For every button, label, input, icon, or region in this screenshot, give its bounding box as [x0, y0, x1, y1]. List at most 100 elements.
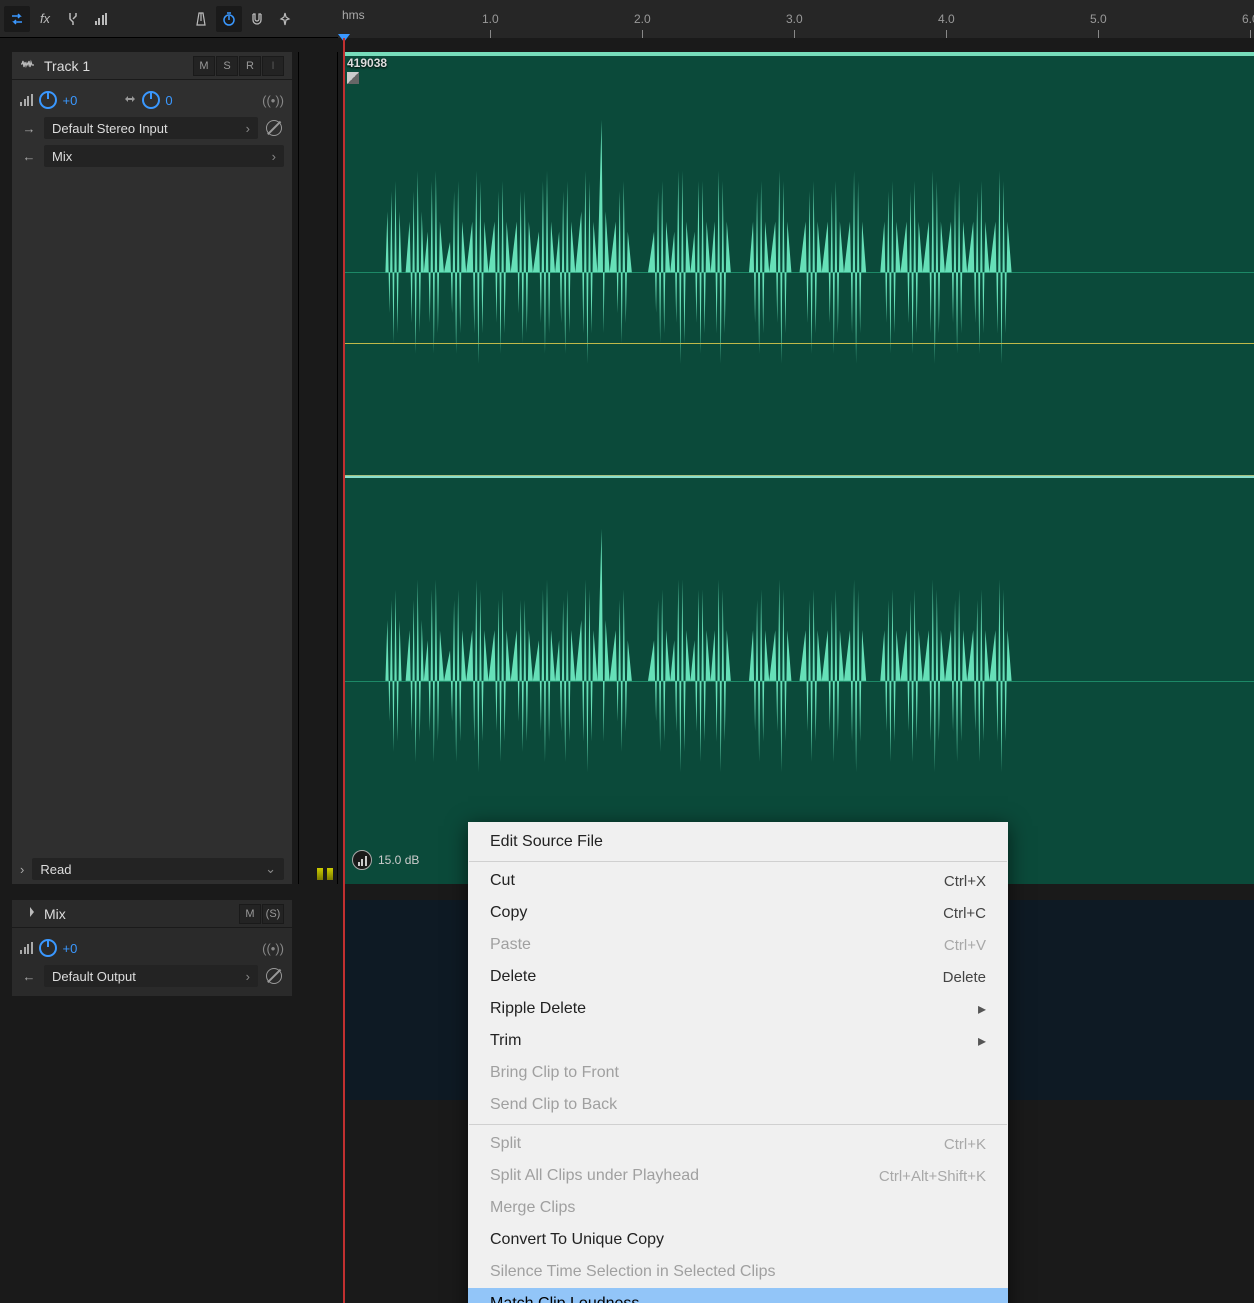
- mix-meter: [298, 900, 338, 1100]
- output-dropdown[interactable]: Mix ›: [44, 145, 284, 167]
- ruler-tick: 2.0: [634, 12, 651, 26]
- automation-mode-dropdown[interactable]: Read ⌄: [32, 858, 284, 880]
- volume-knob[interactable]: [39, 91, 57, 109]
- chevron-right-icon: ›: [246, 969, 250, 984]
- output-label: Mix: [52, 149, 72, 164]
- submenu-arrow-icon: ▸: [978, 999, 986, 1019]
- automation-label: Read: [40, 862, 71, 877]
- levels-tool-icon[interactable]: [88, 6, 114, 32]
- ruler-tick: 6.0: [1242, 12, 1254, 26]
- menu-item-label: Convert To Unique Copy: [490, 1231, 664, 1249]
- mix-output-label: Default Output: [52, 969, 136, 984]
- mix-solo-button[interactable]: (S): [262, 904, 284, 924]
- menu-item[interactable]: Convert To Unique Copy: [468, 1224, 1008, 1256]
- metronome-icon[interactable]: [188, 6, 214, 32]
- swap-tool-icon[interactable]: [4, 6, 30, 32]
- track-type-icon: [20, 58, 36, 73]
- input-monitor-button[interactable]: I: [262, 56, 284, 76]
- stereo-icon: ((•)): [262, 93, 284, 108]
- menu-shortcut: Ctrl+V: [944, 937, 986, 954]
- volume-value[interactable]: +0: [63, 93, 78, 108]
- menu-item-label: Silence Time Selection in Selected Clips: [490, 1263, 775, 1281]
- menu-shortcut: Ctrl+Alt+Shift+K: [879, 1168, 986, 1185]
- chevron-right-icon: ›: [272, 149, 276, 164]
- clip-gain-badge[interactable]: 15.0 dB: [352, 850, 419, 870]
- menu-item-label: Copy: [490, 904, 527, 922]
- track-name[interactable]: Track 1: [44, 58, 185, 74]
- menu-item-label: Match Clip Loudness...: [490, 1295, 653, 1303]
- menu-item: Send Clip to Back: [468, 1089, 1008, 1121]
- output-arrow-icon: ←: [20, 969, 38, 984]
- phase-icon[interactable]: [264, 966, 284, 986]
- pin-icon[interactable]: [272, 6, 298, 32]
- menu-item[interactable]: CopyCtrl+C: [468, 897, 1008, 929]
- record-button[interactable]: R: [239, 56, 261, 76]
- mix-track-header[interactable]: Mix M (S): [12, 900, 292, 928]
- time-ruler[interactable]: hms 1.0 2.0 3.0 4.0 5.0 6.0: [338, 0, 1254, 38]
- menu-item-label: Delete: [490, 968, 536, 986]
- input-arrow-icon: →: [20, 121, 38, 136]
- menu-item-label: Send Clip to Back: [490, 1096, 617, 1114]
- ruler-tick: 3.0: [786, 12, 803, 26]
- input-label: Default Stereo Input: [52, 121, 168, 136]
- chevron-down-icon: ⌄: [265, 861, 276, 877]
- clip-gain-value: 15.0 dB: [378, 853, 419, 867]
- ruler-tick: 1.0: [482, 12, 499, 26]
- playhead-line: [343, 38, 345, 1303]
- fx-tool-icon[interactable]: fx: [32, 6, 58, 32]
- menu-shortcut: Ctrl+K: [944, 1136, 986, 1153]
- menu-item[interactable]: Ripple Delete▸: [468, 993, 1008, 1025]
- mute-button[interactable]: M: [193, 56, 215, 76]
- chevron-right-icon: ›: [246, 121, 250, 136]
- menu-item-label: Split All Clips under Playhead: [490, 1167, 699, 1185]
- stopwatch-icon[interactable]: [216, 6, 242, 32]
- menu-item: Paste Ctrl+V: [468, 929, 1008, 961]
- volume-icon: [20, 942, 33, 954]
- track-header[interactable]: Track 1 M S R I: [12, 52, 292, 80]
- mix-track-panel: Mix M (S) +0 ((•)) ← Default Output ›: [12, 900, 292, 996]
- phase-icon[interactable]: [264, 118, 284, 138]
- waveform-left: [345, 69, 1254, 476]
- mix-volume-value[interactable]: +0: [63, 941, 78, 956]
- volume-icon: [20, 94, 33, 106]
- menu-item-label: Split: [490, 1135, 521, 1153]
- gain-icon: [352, 850, 372, 870]
- menu-shortcut: Ctrl+X: [944, 873, 986, 890]
- route-tool-icon[interactable]: [60, 6, 86, 32]
- mix-mute-button[interactable]: M: [239, 904, 261, 924]
- menu-item[interactable]: Trim ▸: [468, 1025, 1008, 1057]
- submenu-arrow-icon: ▸: [978, 1031, 986, 1051]
- volume-envelope[interactable]: [345, 343, 1254, 344]
- menu-item[interactable]: DeleteDelete: [468, 961, 1008, 993]
- mix-volume-knob[interactable]: [39, 939, 57, 957]
- expand-icon[interactable]: ›: [20, 862, 24, 877]
- ruler-tick: 5.0: [1090, 12, 1107, 26]
- track-meter: [298, 52, 338, 884]
- solo-button[interactable]: S: [216, 56, 238, 76]
- mix-track-icon: [20, 905, 36, 922]
- snap-magnet-icon[interactable]: [244, 6, 270, 32]
- input-dropdown[interactable]: Default Stereo Input ›: [44, 117, 258, 139]
- audio-clip[interactable]: 419038: [345, 52, 1254, 884]
- ruler-tick: 4.0: [938, 12, 955, 26]
- menu-separator: [469, 1124, 1007, 1125]
- ruler-unit: hms: [342, 8, 365, 22]
- menu-item-label: Merge Clips: [490, 1199, 575, 1217]
- stereo-icon: ((•)): [262, 941, 284, 956]
- mix-track-name[interactable]: Mix: [44, 906, 231, 922]
- menu-item-label: Cut: [490, 872, 515, 890]
- menu-item-label: Trim: [490, 1032, 521, 1050]
- pan-knob[interactable]: [142, 91, 160, 109]
- menu-item[interactable]: Match Clip Loudness...: [468, 1288, 1008, 1303]
- track-1-panel: Track 1 M S R I +0 0: [12, 52, 292, 884]
- menu-item[interactable]: Edit Source File: [468, 826, 1008, 858]
- context-menu: Edit Source FileCutCtrl+XCopyCtrl+CPaste…: [468, 822, 1008, 1303]
- menu-item: Silence Time Selection in Selected Clips: [468, 1256, 1008, 1288]
- menu-item: Merge Clips: [468, 1192, 1008, 1224]
- menu-item-label: Bring Clip to Front: [490, 1064, 619, 1082]
- output-arrow-icon: ←: [20, 149, 38, 164]
- mix-output-dropdown[interactable]: Default Output ›: [44, 965, 258, 987]
- menu-item-label: Paste: [490, 936, 531, 954]
- menu-item[interactable]: Cut Ctrl+X: [468, 865, 1008, 897]
- pan-value[interactable]: 0: [165, 93, 172, 108]
